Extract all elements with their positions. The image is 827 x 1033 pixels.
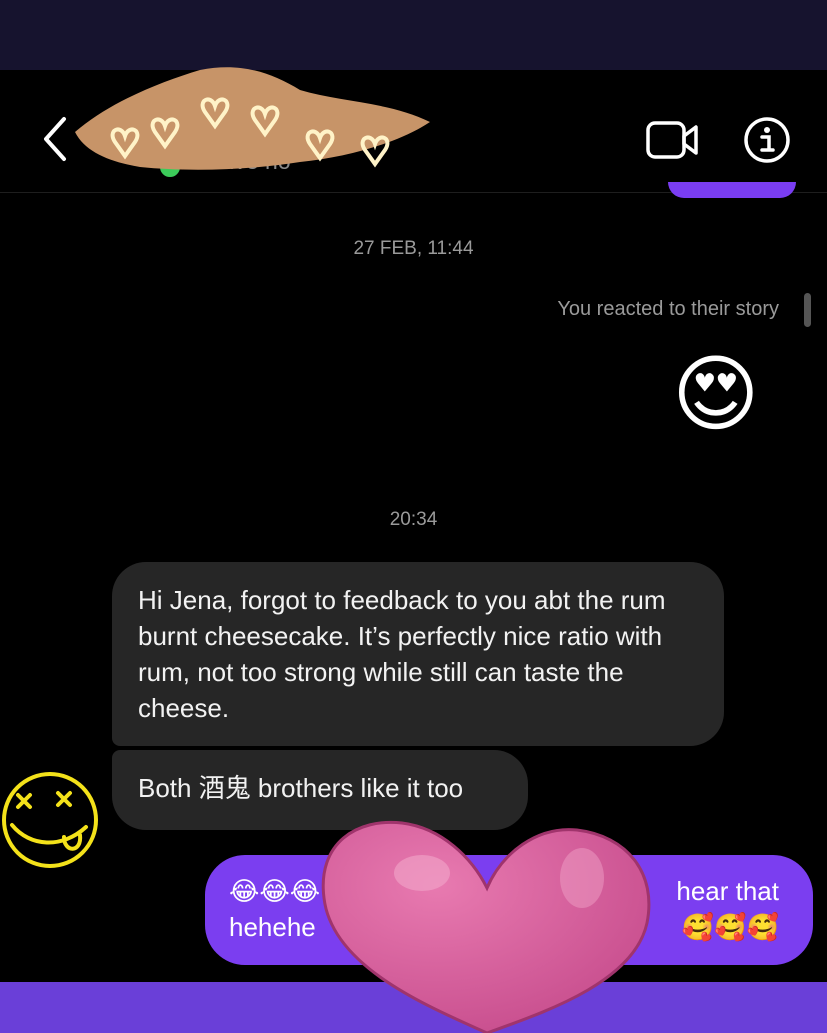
status-bar <box>0 0 827 70</box>
scrollbar[interactable] <box>804 293 811 327</box>
redaction-scribble <box>75 67 430 170</box>
previous-message-edge <box>668 182 796 198</box>
chat-header: Active no <box>0 67 827 193</box>
video-camera-icon[interactable] <box>644 118 700 162</box>
heart-sticker <box>321 820 651 1033</box>
timestamp: 20:34 <box>389 509 438 530</box>
story-reaction-label: You reacted to their story <box>557 298 779 320</box>
outgoing-line-2: 🥰🥰🥰 <box>681 912 779 942</box>
smiley-sticker <box>2 772 98 868</box>
outgoing-line-1: hear that <box>676 876 779 906</box>
heart-eyes-emoji[interactable]: 😍 <box>672 352 760 436</box>
timestamp: 27 FEB, 11:44 <box>353 238 474 259</box>
info-icon[interactable] <box>742 115 792 165</box>
incoming-message[interactable]: Hi Jena, forgot to feedback to you abt t… <box>112 562 724 746</box>
chevron-left-icon[interactable] <box>38 115 74 163</box>
outgoing-message-right-text: hear that 🥰🥰🥰 <box>676 873 779 945</box>
